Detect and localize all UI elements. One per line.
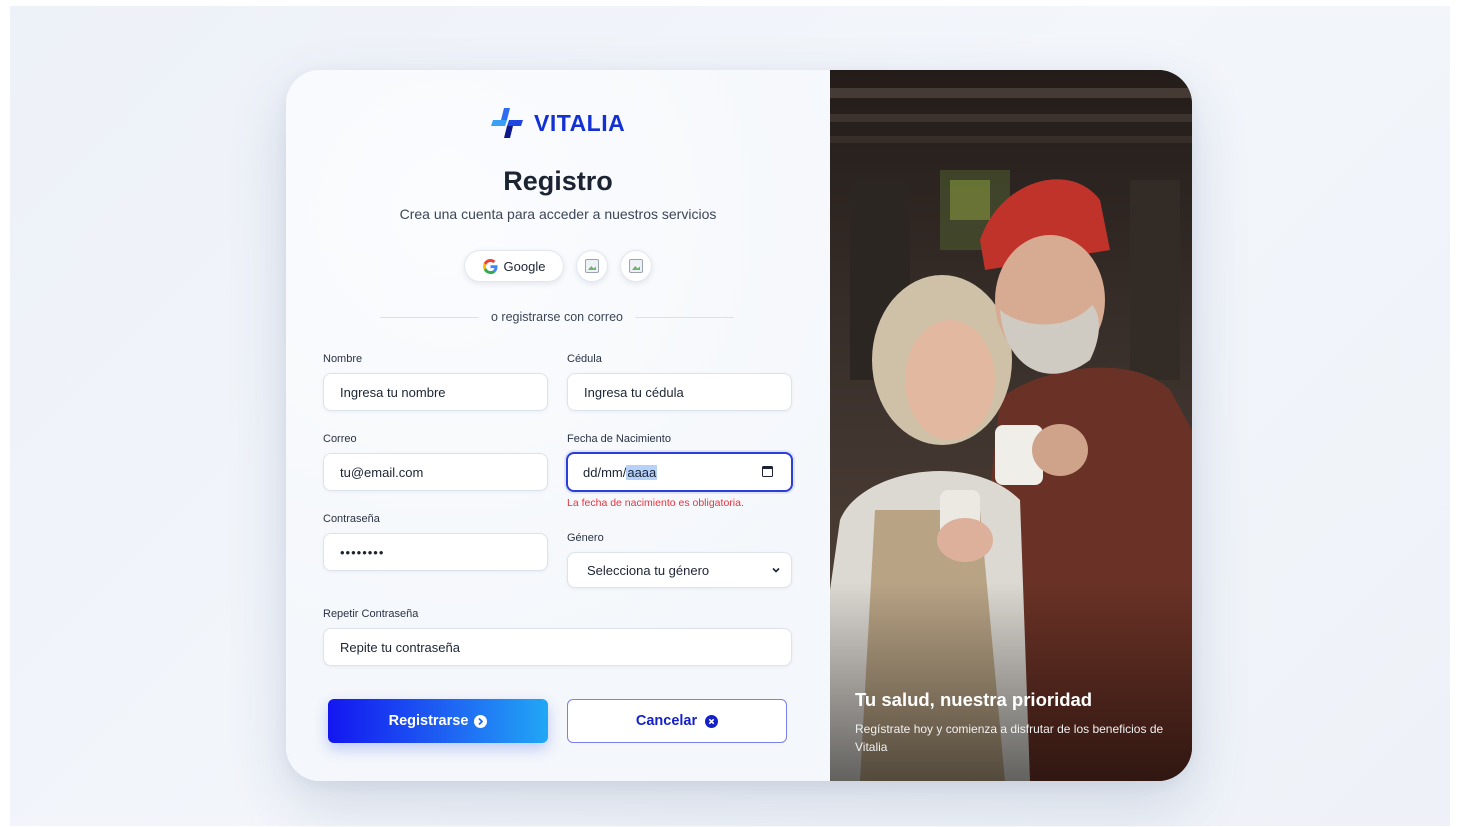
repetir-label: Repetir Contraseña bbox=[323, 608, 419, 620]
contrasena-label: Contraseña bbox=[323, 513, 380, 525]
form-panel: VITALIA Registro Crea una cuenta para ac… bbox=[286, 70, 830, 781]
divider: o registrarse con correo bbox=[380, 310, 735, 324]
correo-label: Correo bbox=[323, 433, 357, 445]
genero-select[interactable]: Selecciona tu género bbox=[567, 552, 792, 588]
broken-image-icon bbox=[585, 259, 599, 273]
divider-line-right bbox=[635, 316, 735, 318]
register-card: VITALIA Registro Crea una cuenta para ac… bbox=[286, 70, 1192, 781]
elderly-couple-photo bbox=[830, 70, 1192, 781]
social-login-button-2[interactable] bbox=[576, 250, 608, 282]
page-title: Registro bbox=[503, 166, 613, 196]
nombre-input[interactable]: Ingresa tu nombre bbox=[323, 373, 548, 411]
cancel-label: Cancelar bbox=[635, 713, 698, 729]
cedula-placeholder: Ingresa tu cédula bbox=[584, 384, 684, 400]
repetir-input[interactable]: Repite tu contraseña bbox=[323, 628, 792, 666]
broken-image-icon bbox=[629, 259, 643, 273]
divider-text: o registrarse con correo bbox=[491, 310, 624, 324]
register-button[interactable]: Registrarse bbox=[328, 699, 548, 743]
genero-label: Género bbox=[567, 532, 604, 544]
brand-logo: VITALIA bbox=[490, 106, 625, 140]
divider-line-left bbox=[380, 316, 479, 318]
fecha-label: Fecha de Nacimiento bbox=[567, 433, 671, 445]
social-login-row: Google bbox=[286, 250, 830, 282]
hero-image-panel: Tu salud, nuestra prioridad Regístrate h… bbox=[830, 70, 1192, 781]
arrow-circle-icon bbox=[474, 714, 488, 728]
logo-cross-icon bbox=[491, 108, 523, 138]
contrasena-input[interactable]: •••••••• bbox=[323, 533, 548, 571]
correo-placeholder: tu@email.com bbox=[340, 464, 424, 480]
register-label: Registrarse bbox=[388, 713, 469, 729]
social-login-button-3[interactable] bbox=[620, 250, 652, 282]
google-login-button[interactable]: Google bbox=[464, 250, 564, 282]
calendar-icon[interactable] bbox=[762, 466, 773, 477]
fecha-input[interactable]: dd/mm/aaaa bbox=[566, 452, 793, 492]
google-icon bbox=[482, 258, 498, 274]
fecha-error: La fecha de nacimiento es obligatoria. bbox=[567, 497, 744, 509]
page-subtitle: Crea una cuenta para acceder a nuestros … bbox=[399, 206, 717, 222]
hero-title: Tu salud, nuestra prioridad bbox=[855, 689, 1093, 710]
nombre-label: Nombre bbox=[323, 353, 363, 365]
fecha-value-selected: aaaa bbox=[626, 464, 658, 480]
genero-selected: Selecciona tu género bbox=[587, 562, 710, 578]
hero-text: Regístrate hoy y comienza a disfrutar de… bbox=[855, 722, 1164, 754]
cedula-input[interactable]: Ingresa tu cédula bbox=[567, 373, 792, 411]
chevron-down-icon bbox=[772, 567, 780, 573]
google-label: Google bbox=[503, 258, 546, 274]
fecha-value-prefix: dd/mm/ bbox=[583, 464, 627, 480]
cedula-label: Cédula bbox=[567, 353, 602, 365]
brand-name: VITALIA bbox=[534, 109, 626, 136]
close-circle-icon bbox=[705, 714, 719, 728]
cancel-button[interactable]: Cancelar bbox=[567, 699, 787, 743]
correo-input[interactable]: tu@email.com bbox=[323, 453, 548, 491]
nombre-placeholder: Ingresa tu nombre bbox=[340, 384, 446, 400]
repetir-placeholder: Repite tu contraseña bbox=[340, 639, 460, 655]
contrasena-value: •••••••• bbox=[340, 544, 385, 560]
